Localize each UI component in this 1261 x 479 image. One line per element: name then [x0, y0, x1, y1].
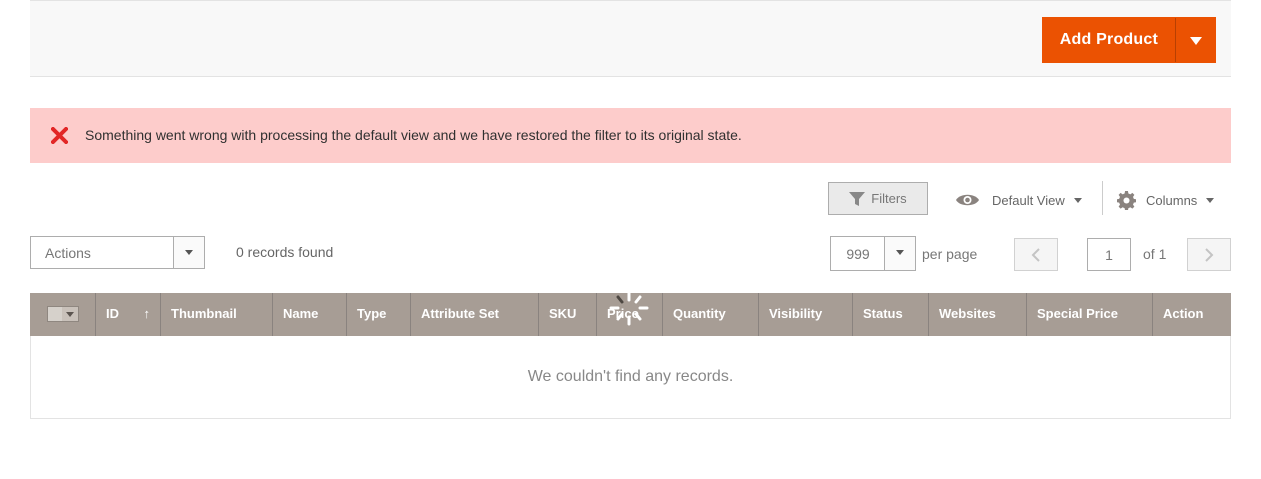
- mass-actions-label: Actions: [45, 245, 91, 261]
- mass-select-checkbox-dropdown[interactable]: [47, 306, 79, 322]
- per-page-select[interactable]: 999: [830, 236, 916, 271]
- column-header-label: Websites: [939, 306, 996, 321]
- chevron-right-icon: [1205, 248, 1214, 262]
- column-header-sku[interactable]: SKU: [539, 293, 597, 336]
- mass-actions-select[interactable]: Actions: [30, 236, 205, 269]
- checkbox-icon: [48, 307, 62, 321]
- page-actions-bar: Add Product: [30, 0, 1231, 77]
- column-header-thumbnail[interactable]: Thumbnail: [161, 293, 273, 336]
- mass-select-column: [30, 293, 96, 336]
- column-header-action[interactable]: Action: [1153, 293, 1227, 336]
- column-header-type[interactable]: Type: [347, 293, 411, 336]
- caret-down-icon: [896, 250, 904, 255]
- chevron-down-icon: [1190, 37, 1202, 45]
- column-header-attribute-set[interactable]: Attribute Set: [411, 293, 539, 336]
- column-header-label: Status: [863, 306, 903, 321]
- eye-icon: [956, 194, 979, 206]
- column-header-label: Attribute Set: [421, 306, 499, 321]
- error-x-icon: [51, 127, 68, 144]
- column-header-label: Quantity: [673, 306, 726, 321]
- column-header-label: Type: [357, 306, 387, 321]
- column-header-label: SKU: [549, 306, 577, 321]
- column-header-label: Special Price: [1037, 306, 1118, 321]
- filters-label: Filters: [871, 191, 907, 206]
- loading-spinner-icon: [609, 291, 649, 326]
- column-header-websites[interactable]: Websites: [929, 293, 1027, 336]
- column-header-label: ID: [106, 306, 119, 321]
- sort-ascending-icon: ↑: [143, 306, 151, 321]
- add-product-button[interactable]: Add Product: [1043, 18, 1175, 62]
- per-page-value: 999: [846, 246, 870, 262]
- columns-label: Columns: [1146, 192, 1198, 208]
- caret-down-icon: [185, 250, 193, 255]
- columns-dropdown[interactable]: Columns: [1117, 188, 1215, 212]
- per-page-label: per page: [922, 246, 978, 262]
- column-header-label: Action: [1163, 306, 1204, 321]
- caret-down-icon: [66, 312, 74, 317]
- column-header-label: Name: [283, 306, 319, 321]
- column-header-name[interactable]: Name: [273, 293, 347, 336]
- column-header-label: Thumbnail: [171, 306, 237, 321]
- filters-button[interactable]: Filters: [828, 182, 928, 215]
- add-product-split-button: Add Product: [1041, 17, 1216, 63]
- total-pages-label: of 1: [1143, 246, 1167, 262]
- column-header-visibility[interactable]: Visibility: [759, 293, 853, 336]
- error-message: Something went wrong with processing the…: [30, 108, 1231, 163]
- caret-down-icon: [1206, 197, 1215, 203]
- column-header-status[interactable]: Status: [853, 293, 929, 336]
- empty-grid-message: We couldn't find any records.: [527, 368, 734, 385]
- caret-down-icon: [1073, 197, 1082, 203]
- current-page-input[interactable]: [1087, 238, 1131, 271]
- filter-icon: [849, 191, 866, 206]
- toolbar-divider: [1102, 181, 1103, 215]
- column-header-quantity[interactable]: Quantity: [663, 293, 759, 336]
- column-header-label: Visibility: [769, 306, 823, 321]
- chevron-left-icon: [1031, 248, 1040, 262]
- records-found-count: 0 records found: [236, 244, 334, 260]
- per-page-toggle[interactable]: [884, 237, 915, 270]
- column-header-special-price[interactable]: Special Price: [1027, 293, 1153, 336]
- mass-actions-toggle[interactable]: [173, 237, 204, 268]
- default-view-dropdown[interactable]: Default View: [955, 188, 1082, 212]
- add-product-dropdown-toggle[interactable]: [1175, 18, 1215, 62]
- next-page-button[interactable]: [1187, 238, 1231, 271]
- default-view-label: Default View: [992, 192, 1065, 208]
- previous-page-button[interactable]: [1014, 238, 1058, 271]
- column-header-id[interactable]: ID ↑: [96, 293, 161, 336]
- gear-icon: [1117, 190, 1136, 210]
- error-message-text: Something went wrong with processing the…: [85, 127, 742, 143]
